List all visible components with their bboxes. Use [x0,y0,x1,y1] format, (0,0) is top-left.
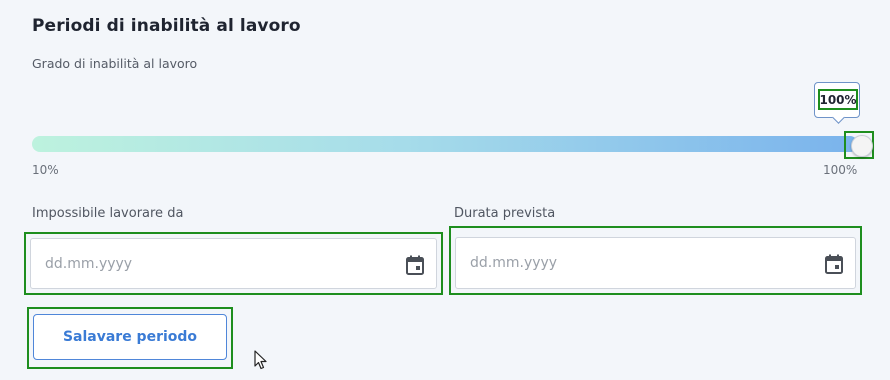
mouse-cursor-icon [254,350,267,370]
slider-label: Grado di inabilità al lavoro [32,56,198,71]
save-button-highlight[interactable]: Salavare periodo [27,307,233,369]
duration-placeholder: dd.mm.yyyy [470,255,558,271]
slider-thumb-highlight[interactable] [844,131,874,159]
slider-max-label: 100% [823,163,858,177]
slider-thumb[interactable] [851,135,873,157]
slider-track[interactable] [32,136,858,152]
duration-field[interactable]: dd.mm.yyyy [455,237,856,289]
start-date-field[interactable]: dd.mm.yyyy [30,238,437,289]
save-period-button[interactable]: Salavare periodo [33,314,227,360]
inability-periods-panel: Periodi di inabilità al lavoro Grado di … [0,0,890,380]
duration-field-highlight[interactable]: dd.mm.yyyy [449,226,862,295]
calendar-icon[interactable] [406,255,424,275]
slider-value-label: 100% [818,89,858,110]
calendar-icon[interactable] [825,254,843,274]
start-date-placeholder: dd.mm.yyyy [45,256,133,272]
slider-min-label: 10% [32,163,59,177]
start-date-field-highlight[interactable]: dd.mm.yyyy [24,232,443,295]
section-title: Periodi di inabilità al lavoro [32,16,301,36]
duration-label: Durata prevista [454,206,556,221]
start-date-label: Impossibile lavorare da [32,206,184,221]
